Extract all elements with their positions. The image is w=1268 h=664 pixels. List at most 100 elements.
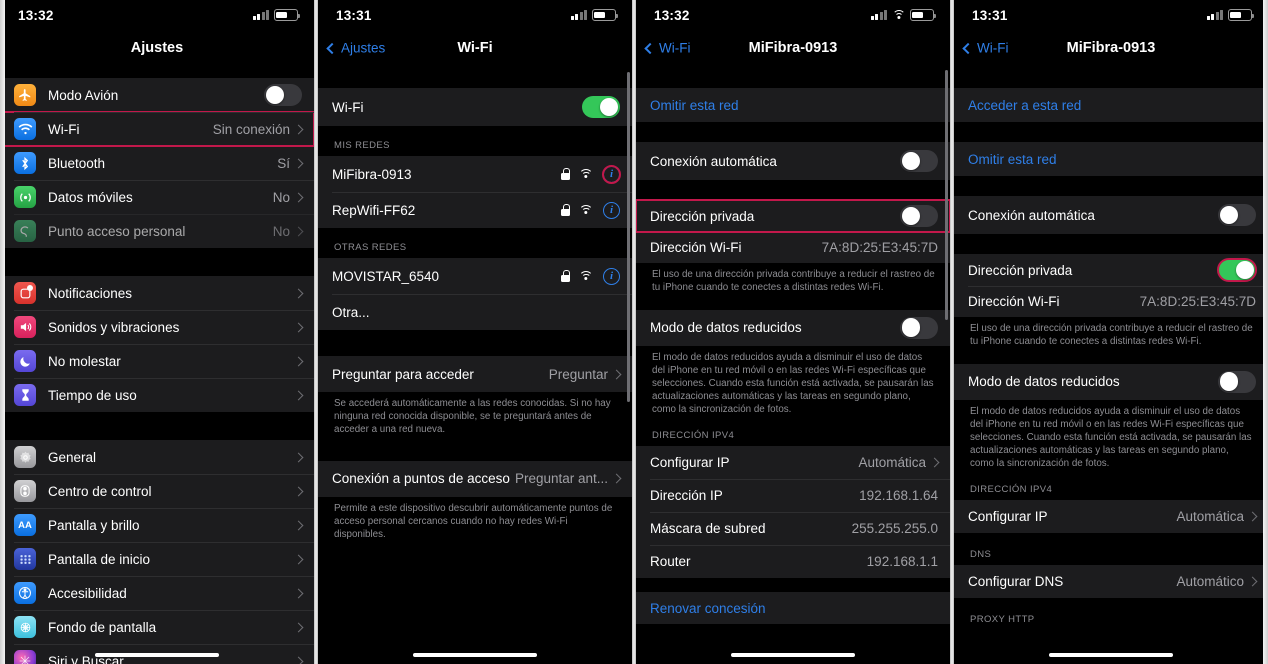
network-row-other[interactable]: Otra... (318, 294, 632, 330)
private-address-toggle[interactable] (1217, 258, 1257, 282)
sidebar-item-pantalla-de-inicio[interactable]: Pantalla de inicio (0, 542, 314, 576)
sidebar-item-no-molestar[interactable]: No molestar (0, 344, 314, 378)
configure-ip-row[interactable]: Configurar IP Automática (636, 446, 950, 480)
forget-network-row[interactable]: Omitir esta red (954, 142, 1268, 176)
wifi-toggle-group: Wi-Fi (318, 88, 632, 126)
airplane-mode-toggle[interactable] (264, 84, 302, 106)
section-spacer (636, 180, 950, 200)
low-data-toggle[interactable] (1218, 370, 1256, 393)
row-label: Configurar IP (968, 509, 1048, 525)
network-row-movistar[interactable]: MOVISTAR_6540 i (318, 258, 632, 294)
scrollbar[interactable] (627, 72, 630, 402)
low-data-toggle[interactable] (900, 316, 938, 339)
configure-ip-row[interactable]: Configurar IP Automática (954, 500, 1268, 534)
lock-icon (561, 270, 570, 282)
battery-icon (910, 9, 937, 21)
other-networks-group: MOVISTAR_6540 i Otra... (318, 258, 632, 330)
network-info-button[interactable]: i (602, 164, 621, 184)
phone-panel-network-detail-on: 13:31 Wi-Fi MiFibra-0913 Acceder a esta … (954, 0, 1268, 664)
battery-icon (1228, 9, 1255, 21)
network-detail-list[interactable]: Omitir esta red Conexión automática Dire… (636, 66, 950, 664)
forget-network-row[interactable]: Omitir esta red (636, 88, 950, 122)
auto-join-row[interactable]: Conexión automática (954, 196, 1268, 234)
low-data-row[interactable]: Modo de datos reducidos (636, 309, 950, 346)
wifi-address-row: Dirección Wi-Fi 7A:8D:25:E3:45:7D (636, 232, 950, 263)
subnet-mask-value: 255.255.255.0 (851, 521, 938, 537)
private-address-row[interactable]: Dirección privada (954, 254, 1268, 286)
ask-to-join-row[interactable]: Preguntar para acceder Preguntar (318, 356, 632, 392)
network-info-button[interactable]: i (603, 267, 620, 285)
battery-icon (274, 9, 301, 21)
accessibility-icon (14, 582, 36, 604)
hotspot-join-row[interactable]: Conexión a puntos de acceso Preguntar an… (318, 460, 632, 497)
wifi-toggle[interactable] (582, 96, 620, 118)
sidebar-item-sonidos[interactable]: Sonidos y vibraciones (0, 310, 314, 344)
network-detail-list[interactable]: Acceder a esta red Omitir esta red Conex… (954, 66, 1268, 664)
settings-list[interactable]: Modo Avión Wi-Fi Sin conexión Bluetooth (0, 66, 314, 664)
row-label: Router (650, 554, 691, 570)
wifi-toggle-row[interactable]: Wi-Fi (318, 88, 632, 126)
settings-group-connectivity: Modo Avión Wi-Fi Sin conexión Bluetooth (0, 78, 314, 248)
sidebar-item-notificaciones[interactable]: Notificaciones (0, 276, 314, 310)
section-spacer (954, 176, 1268, 196)
sidebar-item-general[interactable]: General (0, 440, 314, 474)
wifi-settings-list[interactable]: Wi-Fi MIS REDES MiFibra-0913 i RepWifi-F… (318, 66, 632, 664)
row-label: Wi-Fi (332, 99, 364, 115)
network-row-repwifi[interactable]: RepWifi-FF62 i (318, 192, 632, 228)
section-spacer (0, 412, 314, 440)
status-clock: 13:32 (18, 7, 54, 23)
row-label: Preguntar para acceder (332, 366, 474, 382)
scrollbar[interactable] (945, 70, 948, 320)
back-button[interactable]: Ajustes (326, 41, 385, 56)
sidebar-item-wifi[interactable]: Wi-Fi Sin conexión (0, 111, 314, 147)
configure-dns-row[interactable]: Configurar DNS Automático (954, 565, 1268, 599)
bluetooth-icon (14, 152, 36, 174)
cellular-signal-icon (1206, 10, 1223, 20)
ipv4-group: Configurar IP Automática (954, 500, 1268, 534)
network-info-button[interactable]: i (603, 201, 620, 219)
auto-join-toggle[interactable] (1218, 204, 1256, 226)
sound-icon (14, 316, 36, 338)
display-brightness-icon: AA (14, 514, 36, 536)
renew-lease-row[interactable]: Renovar concesión (636, 592, 950, 625)
my-networks-group: MiFibra-0913 i RepWifi-FF62 i (318, 156, 632, 228)
sidebar-item-centro-de-control[interactable]: Centro de control (0, 474, 314, 508)
sidebar-item-tiempo-de-uso[interactable]: Tiempo de uso (0, 378, 314, 412)
sidebar-item-accesibilidad[interactable]: Accesibilidad (0, 576, 314, 610)
section-spacer (636, 122, 950, 142)
sidebar-item-pantalla-y-brillo[interactable]: AA Pantalla y brillo (0, 508, 314, 542)
chevron-left-icon (326, 42, 338, 54)
network-row-mifibra[interactable]: MiFibra-0913 i (318, 156, 632, 192)
low-data-row[interactable]: Modo de datos reducidos (954, 363, 1268, 400)
row-label: Sonidos y vibraciones (48, 319, 180, 335)
sidebar-item-datos-moviles[interactable]: Datos móviles No (0, 180, 314, 214)
siri-icon (14, 650, 36, 664)
private-address-toggle[interactable] (900, 205, 938, 227)
chevron-right-icon (293, 452, 304, 462)
private-address-row[interactable]: Dirección privada (636, 199, 950, 233)
nav-bar: Wi-Fi MiFibra-0913 (954, 30, 1268, 66)
ipv4-group: Configurar IP Automática Dirección IP 19… (636, 446, 950, 579)
sidebar-item-punto-acceso[interactable]: Punto acceso personal No (0, 214, 314, 248)
router-row: Router 192.168.1.1 (636, 545, 950, 579)
auto-join-row[interactable]: Conexión automática (636, 142, 950, 180)
router-value: 192.168.1.1 (866, 554, 938, 570)
sidebar-item-modo-avion[interactable]: Modo Avión (0, 78, 314, 112)
back-button[interactable]: Wi-Fi (644, 41, 690, 56)
section-spacer (954, 66, 1268, 88)
back-button[interactable]: Wi-Fi (962, 41, 1008, 56)
section-spacer (0, 66, 314, 78)
row-label: Bluetooth (48, 155, 106, 171)
ask-to-join-footer: Se accederá automáticamente a las redes … (318, 392, 632, 447)
sidebar-item-bluetooth[interactable]: Bluetooth Sí (0, 146, 314, 180)
sidebar-item-fondo-de-pantalla[interactable]: Fondo de pantalla (0, 610, 314, 644)
status-bar: 13:31 (954, 0, 1268, 30)
configure-ip-value: Automática (858, 455, 926, 471)
lock-icon (561, 168, 570, 180)
row-label: Modo de datos reducidos (968, 374, 1120, 390)
join-network-row[interactable]: Acceder a esta red (954, 88, 1268, 122)
section-spacer (318, 446, 632, 461)
auto-join-toggle[interactable] (900, 150, 938, 172)
hourglass-icon (14, 384, 36, 406)
row-label: General (48, 449, 97, 465)
